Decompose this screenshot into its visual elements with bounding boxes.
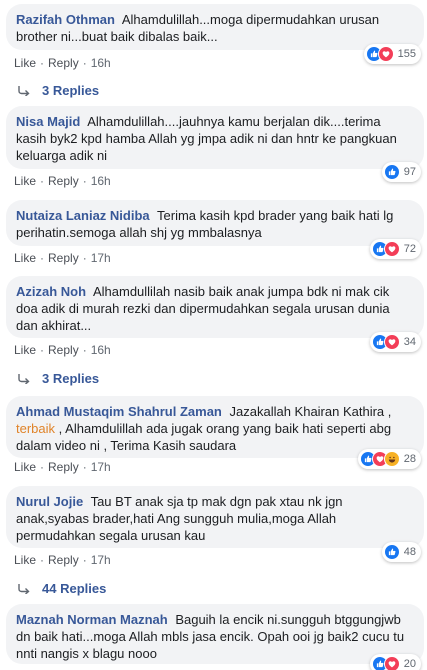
reaction-summary[interactable]: 72 <box>369 239 421 259</box>
reply-link[interactable]: Reply <box>48 251 79 265</box>
haha-reaction-icon <box>383 451 400 467</box>
view-replies-link[interactable]: 3 Replies <box>18 371 99 386</box>
like-link[interactable]: Like <box>14 553 36 567</box>
comment: Nurul Jojie Tau BT anak sja tp mak dgn p… <box>6 486 424 548</box>
reply-link[interactable]: Reply <box>48 460 79 474</box>
comment: Nutaiza Laniaz Nidiba Terima kasih kpd b… <box>6 200 424 246</box>
replies-count[interactable]: 3 Replies <box>42 83 99 98</box>
reaction-count: 34 <box>403 336 416 348</box>
love-reaction-icon <box>377 46 394 62</box>
comment-bubble: Razifah Othman Alhamdulillah...moga dipe… <box>6 4 424 50</box>
comment-bubble: Nutaiza Laniaz Nidiba Terima kasih kpd b… <box>6 200 424 246</box>
comment: Nisa Majid Alhamdulillah....jauhnya kamu… <box>6 106 424 169</box>
reply-link[interactable]: Reply <box>48 56 79 70</box>
reaction-summary[interactable]: 48 <box>381 542 421 562</box>
comment: Razifah Othman Alhamdulillah...moga dipe… <box>6 4 424 50</box>
reaction-summary[interactable]: 97 <box>381 162 421 182</box>
comment-author[interactable]: Azizah Noh <box>16 284 86 299</box>
comment-bubble: Maznah Norman Maznah Baguih la encik ni.… <box>6 604 424 664</box>
comment-author[interactable]: Razifah Othman <box>16 12 115 27</box>
replies-count[interactable]: 3 Replies <box>42 371 99 386</box>
reply-link[interactable]: Reply <box>48 553 79 567</box>
reaction-count: 155 <box>397 48 416 60</box>
highlighted-keyword[interactable]: terbaik <box>16 421 55 436</box>
replies-count[interactable]: 44 Replies <box>42 581 106 596</box>
comment: Azizah Noh Alhamdullilah nasib baik anak… <box>6 276 424 338</box>
timestamp[interactable]: 17h <box>91 553 111 567</box>
comment-actions: Like · Reply · 17h <box>14 251 111 265</box>
like-link[interactable]: Like <box>14 343 36 357</box>
like-link[interactable]: Like <box>14 251 36 265</box>
reaction-count: 20 <box>403 658 416 670</box>
reaction-count: 28 <box>403 453 416 465</box>
like-link[interactable]: Like <box>14 56 36 70</box>
comment-bubble: Nurul Jojie Tau BT anak sja tp mak dgn p… <box>6 486 424 548</box>
reply-arrow-icon <box>18 584 32 594</box>
timestamp[interactable]: 16h <box>91 56 111 70</box>
love-reaction-icon <box>383 241 400 257</box>
love-reaction-icon <box>383 656 400 670</box>
reply-link[interactable]: Reply <box>48 343 79 357</box>
love-reaction-icon <box>383 334 400 350</box>
comment-actions: Like · Reply · 17h <box>14 553 111 567</box>
reaction-count: 72 <box>403 243 416 255</box>
timestamp[interactable]: 17h <box>91 460 111 474</box>
like-link[interactable]: Like <box>14 174 36 188</box>
timestamp[interactable]: 17h <box>91 251 111 265</box>
reaction-count: 97 <box>403 166 416 178</box>
comment-author[interactable]: Maznah Norman Maznah <box>16 612 168 627</box>
comment: Ahmad Mustaqim Shahrul Zaman Jazakallah … <box>6 396 424 458</box>
like-link[interactable]: Like <box>14 460 36 474</box>
comment-bubble: Azizah Noh Alhamdullilah nasib baik anak… <box>6 276 424 338</box>
like-reaction-icon <box>383 164 400 180</box>
comment-actions: Like · Reply · 16h <box>14 343 111 357</box>
comment-text-continued: , Alhamdulillah ada jugak orang yang bai… <box>16 421 392 453</box>
reaction-summary[interactable]: 28 <box>357 449 421 469</box>
comment-author[interactable]: Nisa Majid <box>16 114 80 129</box>
reply-link[interactable]: Reply <box>48 174 79 188</box>
comment-actions: Like · Reply · 16h <box>14 174 111 188</box>
comment-author[interactable]: Ahmad Mustaqim Shahrul Zaman <box>16 404 222 419</box>
comment-actions: Like · Reply · 16h <box>14 56 111 70</box>
comment-bubble: Ahmad Mustaqim Shahrul Zaman Jazakallah … <box>6 396 424 458</box>
comment-bubble: Nisa Majid Alhamdulillah....jauhnya kamu… <box>6 106 424 169</box>
reply-arrow-icon <box>18 86 32 96</box>
reaction-count: 48 <box>403 546 416 558</box>
comment-text: Jazakallah Khairan Kathira , <box>229 404 392 419</box>
like-reaction-icon <box>383 544 400 560</box>
reaction-summary[interactable]: 155 <box>363 44 421 64</box>
view-replies-link[interactable]: 44 Replies <box>18 581 106 596</box>
timestamp[interactable]: 16h <box>91 174 111 188</box>
reply-arrow-icon <box>18 374 32 384</box>
comment: Maznah Norman Maznah Baguih la encik ni.… <box>6 604 424 664</box>
reaction-summary[interactable]: 20 <box>369 654 421 670</box>
comment-author[interactable]: Nurul Jojie <box>16 494 83 509</box>
timestamp[interactable]: 16h <box>91 343 111 357</box>
reaction-summary[interactable]: 34 <box>369 332 421 352</box>
view-replies-link[interactable]: 3 Replies <box>18 83 99 98</box>
comment-actions: Like · Reply · 17h <box>14 460 111 474</box>
comment-author[interactable]: Nutaiza Laniaz Nidiba <box>16 208 150 223</box>
